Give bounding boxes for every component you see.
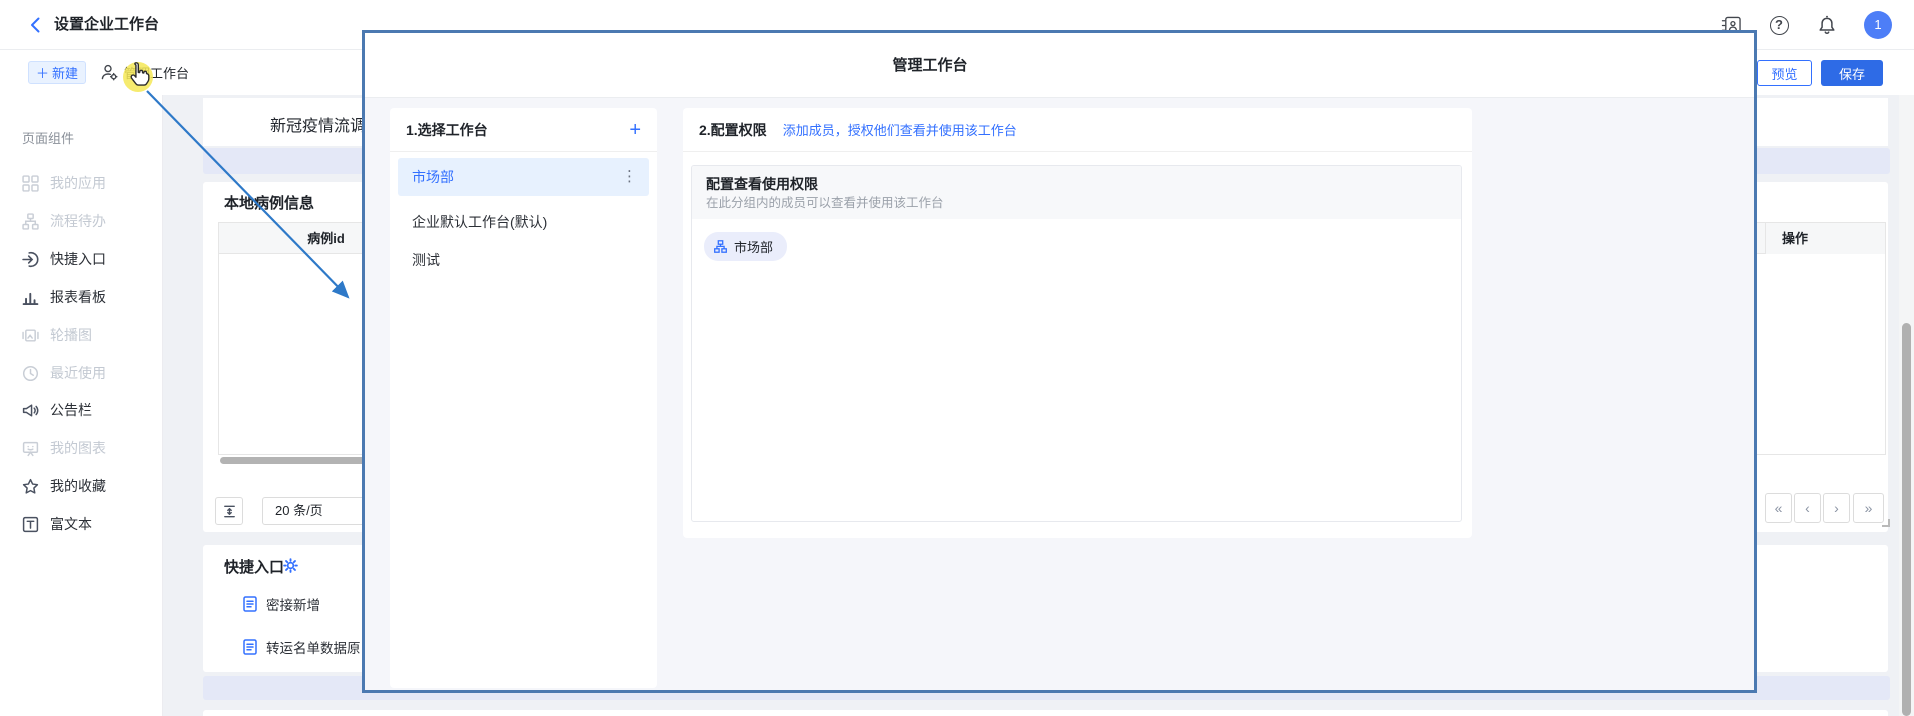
add-workspace-icon[interactable]: +	[629, 120, 641, 140]
sidebar-item-my-apps: 我的应用	[0, 164, 163, 202]
permission-box: 配置查看使用权限 在此分组内的成员可以查看并使用该工作台 市场部	[691, 165, 1462, 522]
page-scrollbar-thumb[interactable]	[1902, 323, 1911, 716]
help-icon[interactable]: ?	[1768, 14, 1790, 36]
page-title: 设置企业工作台	[54, 0, 159, 50]
workspace-list-header: 1.选择工作台 +	[390, 108, 657, 152]
sidebar-item-carousel: 轮播图	[0, 316, 163, 354]
page-scrollbar-track	[1899, 95, 1914, 716]
table-section-title: 本地病例信息	[224, 192, 314, 213]
sidebar-item-label: 快捷入口	[50, 249, 106, 269]
sidebar-item-rich-text[interactable]: 富文本	[0, 505, 163, 543]
document-icon	[243, 596, 257, 612]
star-icon	[22, 478, 39, 495]
sidebar-item-label: 公告栏	[50, 400, 92, 420]
workspace-item-label: 企业默认工作台(默认)	[412, 214, 547, 230]
permission-subtitle: 添加成员，授权他们查看并使用该工作台	[783, 120, 1017, 139]
pager-prev-button[interactable]: ‹	[1794, 493, 1821, 523]
jump-to-page-button[interactable]	[215, 497, 243, 525]
permission-panel: 2.配置权限 添加成员，授权他们查看并使用该工作台 配置查看使用权限 在此分组内…	[683, 108, 1472, 538]
board-icon	[22, 440, 39, 457]
workspace-item[interactable]: 企业默认工作台(默认)	[398, 204, 649, 240]
permission-box-description: 在此分组内的成员可以查看并使用该工作台	[706, 194, 1447, 212]
workspace-list-title: 1.选择工作台	[406, 120, 488, 140]
sidebar-item-label: 我的应用	[50, 173, 106, 193]
next-component-card	[203, 710, 1888, 716]
department-tag-label: 市场部	[734, 237, 773, 256]
back-button[interactable]	[30, 17, 40, 33]
carousel-icon	[22, 327, 39, 344]
vertical-jump-icon	[222, 504, 237, 519]
sidebar-item-label: 流程待办	[50, 211, 106, 231]
permission-header: 2.配置权限 添加成员，授权他们查看并使用该工作台	[683, 108, 1472, 152]
sidebar-item-recently-used: 最近使用	[0, 354, 163, 392]
gear-icon[interactable]	[283, 558, 298, 573]
new-workspace-button[interactable]: ＋ 新建	[28, 61, 86, 84]
department-tag[interactable]: 市场部	[704, 232, 787, 261]
user-avatar[interactable]: 1	[1864, 11, 1892, 39]
sidebar-item-label: 我的图表	[50, 438, 106, 458]
workspace-list-panel: 1.选择工作台 + 市场部 ⋮ 企业默认工作台(默认) 测试	[390, 108, 657, 688]
chart-icon	[22, 289, 39, 306]
back-chevron-icon	[30, 17, 40, 33]
sidebar-item-announcement[interactable]: 公告栏	[0, 391, 163, 429]
save-button[interactable]: 保存	[1821, 60, 1883, 86]
manage-workspace-button[interactable]: 管理工作台	[101, 60, 189, 85]
quick-entry-title: 快捷入口	[224, 556, 284, 577]
flow-icon	[22, 213, 39, 230]
speaker-icon	[22, 402, 39, 419]
pager-first-button[interactable]: «	[1765, 493, 1792, 523]
preview-button[interactable]: 预览	[1757, 60, 1812, 86]
sidebar-item-my-charts: 我的图表	[0, 429, 163, 467]
richtext-icon	[22, 516, 39, 533]
manage-button-label: 管理工作台	[124, 63, 189, 82]
sidebar-item-label: 最近使用	[50, 363, 106, 383]
permission-box-header: 配置查看使用权限 在此分组内的成员可以查看并使用该工作台	[692, 166, 1461, 219]
notification-bell-icon[interactable]	[1816, 14, 1838, 36]
more-menu-icon[interactable]: ⋮	[622, 158, 637, 196]
sidebar-section-label: 页面组件	[22, 128, 74, 147]
column-header-actions: 操作	[1765, 223, 1885, 254]
components-sidebar: 页面组件 我的应用 流程待办 快捷入口 报表看板 轮播图 最近使用 公告栏	[0, 95, 163, 716]
pager-last-button[interactable]: »	[1853, 493, 1884, 523]
sidebar-item-label: 富文本	[50, 514, 92, 534]
workspace-item[interactable]: 测试	[398, 242, 649, 278]
quick-link-label: 转运名单数据原	[266, 637, 361, 657]
page-size-select[interactable]: 20 条/页	[262, 497, 375, 525]
permission-box-title: 配置查看使用权限	[706, 174, 1447, 194]
resize-handle[interactable]	[1882, 519, 1890, 527]
modal-title: 管理工作台	[365, 33, 1495, 98]
sidebar-item-label: 我的收藏	[50, 476, 106, 496]
person-gear-icon	[101, 64, 118, 81]
workspace-item-selected[interactable]: 市场部 ⋮	[398, 158, 649, 196]
sidebar-item-process-todo: 流程待办	[0, 202, 163, 240]
clock-icon	[22, 365, 39, 382]
workspace-item-label: 测试	[412, 252, 440, 268]
pager-next-button[interactable]: ›	[1823, 493, 1850, 523]
new-button-label: 新建	[52, 63, 78, 82]
modal-titlebar: 管理工作台	[365, 33, 1754, 98]
quick-link-item[interactable]: 转运名单数据原	[243, 637, 361, 657]
workspace-item-label: 市场部	[412, 169, 454, 185]
app-root: 新冠疫情流调 本地病例信息 病例id 操作 20 条/页 « ‹ › » 快捷入…	[0, 0, 1914, 716]
sidebar-item-label: 轮播图	[50, 325, 92, 345]
entry-icon	[22, 251, 39, 268]
grid-icon	[22, 175, 39, 192]
sidebar-item-report-board[interactable]: 报表看板	[0, 278, 163, 316]
quick-link-item[interactable]: 密接新增	[243, 594, 320, 614]
document-icon	[243, 639, 257, 655]
sidebar-item-favorites[interactable]: 我的收藏	[0, 467, 163, 505]
workspace-page-title: 新冠疫情流调	[270, 112, 366, 136]
sidebar-item-label: 报表看板	[50, 287, 106, 307]
plus-icon: ＋	[36, 63, 49, 82]
quick-link-label: 密接新增	[266, 594, 320, 614]
permission-title: 2.配置权限	[699, 120, 767, 140]
manage-workspace-modal: 管理工作台 1.选择工作台 + 市场部 ⋮ 企业默认工作台(默认) 测试 2.配…	[362, 30, 1757, 693]
sidebar-item-quick-entry[interactable]: 快捷入口	[0, 240, 163, 278]
org-icon	[714, 240, 727, 253]
